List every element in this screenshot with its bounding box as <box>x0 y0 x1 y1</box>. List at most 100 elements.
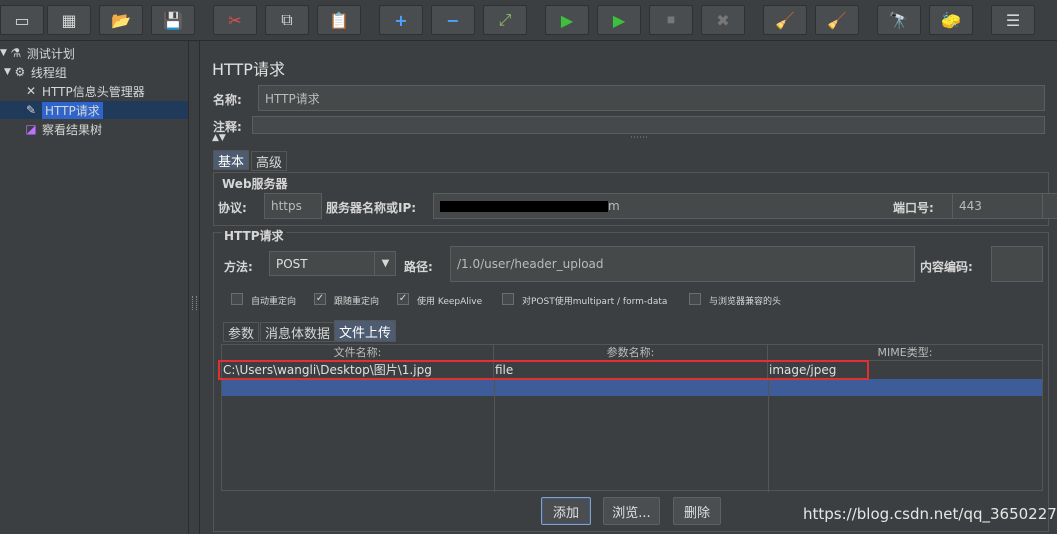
highlight-box <box>218 360 869 380</box>
browser-headers-checkbox[interactable] <box>689 293 701 305</box>
delete-button[interactable]: 删除 <box>673 497 721 525</box>
keepalive-label: 使用 KeepAlive <box>417 297 483 307</box>
paste-icon: 📋 <box>329 10 349 30</box>
tree-item-label: HTTP请求 <box>42 101 103 119</box>
open-button[interactable]: 📂 <box>99 5 143 35</box>
start-no-pause-button[interactable]: ▶ <box>597 5 641 35</box>
function-helper-button[interactable]: ☰ <box>991 5 1035 35</box>
tree-item-label: 测试计划 <box>26 46 75 61</box>
tab-parameters[interactable]: 参数 <box>223 322 260 342</box>
new-icon: ▭ <box>14 10 30 30</box>
chart-icon: ◪ <box>25 122 37 136</box>
stop-icon: ⏹ <box>666 10 675 29</box>
method-select-value: POST <box>276 256 308 271</box>
server-label: 服务器名称或IP: <box>326 201 417 215</box>
tree-item-http-request[interactable]: ✎ HTTP请求 <box>0 101 188 119</box>
tree-item-label: 察看结果树 <box>42 122 103 137</box>
cut-icon: ✂ <box>228 10 242 30</box>
tree-item-results-tree[interactable]: ◪ 察看结果树 <box>24 120 102 138</box>
start-button[interactable]: ▶ <box>545 5 589 35</box>
gear-icon: ⚙ <box>14 65 26 79</box>
clear-all-button[interactable]: 🧹 <box>815 5 859 35</box>
name-label: 名称: <box>213 93 242 107</box>
tree-item-thread-group[interactable]: ▼ ⚙ 线程组 <box>4 63 67 81</box>
pipette-icon: ✎ <box>25 103 37 117</box>
protocol-label: 协议: <box>218 201 247 215</box>
function-helper-icon: ☰ <box>1005 10 1021 30</box>
multipart-checkbox[interactable] <box>502 293 514 305</box>
tree-item-label: 线程组 <box>30 65 67 80</box>
reset-search-button[interactable]: 🧽 <box>929 5 973 35</box>
comment-input[interactable] <box>252 116 1045 134</box>
collapse-arrows-icon[interactable]: ▲▼ <box>212 133 226 143</box>
path-input[interactable]: /1.0/user/header_upload <box>450 246 915 282</box>
start-no-pause-icon: ▶ <box>612 10 626 30</box>
keepalive-checkbox[interactable]: ✓ <box>397 293 409 305</box>
splitter-grip[interactable] <box>192 296 197 310</box>
path-label: 路径: <box>404 260 433 274</box>
toggle-icon: ⤢ <box>498 10 512 29</box>
server-input-value: m <box>608 199 620 213</box>
column-divider <box>494 379 495 492</box>
collapse-button[interactable]: − <box>431 5 475 35</box>
clear-all-icon: 🧹 <box>827 10 847 30</box>
browser-headers-label: 与浏览器兼容的头 <box>709 297 782 307</box>
tab-file-upload[interactable]: 文件上传 <box>334 320 397 342</box>
expand-arrow-icon[interactable]: ▼ <box>0 48 7 58</box>
auto-redirect-label: 自动重定向 <box>251 297 297 307</box>
expand-icon: + <box>394 10 408 30</box>
save-button[interactable]: 💾 <box>151 5 195 35</box>
expand-button[interactable]: + <box>379 5 423 35</box>
chevron-down-icon[interactable]: ▼ <box>374 252 396 275</box>
tab-body-data[interactable]: 消息体数据 <box>260 322 336 342</box>
cut-button[interactable]: ✂ <box>213 5 257 35</box>
search-button[interactable]: 🔭 <box>877 5 921 35</box>
expand-arrow-icon[interactable]: ▼ <box>4 67 11 77</box>
tree-item-header-manager[interactable]: ✕ HTTP信息头管理器 <box>24 82 145 100</box>
redaction-mark <box>440 201 608 212</box>
tab-advanced[interactable]: 高级 <box>251 151 288 171</box>
open-icon: 📂 <box>111 10 131 30</box>
copy-button[interactable]: ⧉ <box>265 5 309 35</box>
tab-basic[interactable]: 基本 <box>213 150 250 170</box>
stop-button[interactable]: ⏹ <box>649 5 693 35</box>
templates-button[interactable]: ▦ <box>47 5 91 35</box>
search-icon: 🔭 <box>889 10 909 30</box>
clear-button[interactable]: 🧹 <box>763 5 807 35</box>
method-label: 方法: <box>224 260 253 274</box>
http-request-group-title: HTTP请求 <box>222 227 286 244</box>
web-server-group-title: Web服务器 <box>222 177 288 191</box>
splitter[interactable] <box>189 41 200 534</box>
follow-redirect-checkbox[interactable]: ✓ <box>314 293 326 305</box>
column-header-mime[interactable]: MIME类型: <box>768 345 1042 361</box>
start-icon: ▶ <box>560 10 574 30</box>
tree-item-test-plan[interactable]: ▼ ⚗ 测试计划 <box>0 44 75 62</box>
encoding-input[interactable] <box>991 246 1043 282</box>
port-input[interactable]: 443 <box>952 193 1043 219</box>
port-label: 端口号: <box>893 201 934 215</box>
name-input[interactable]: HTTP请求 <box>258 85 1045 111</box>
browse-button[interactable]: 浏览... <box>603 497 660 525</box>
test-plan-tree: ▼ ⚗ 测试计划 ▼ ⚙ 线程组 ✕ HTTP信息头管理器 ✎ HTTP请求 ◪… <box>0 41 189 534</box>
http-request-panel: HTTP请求 名称: HTTP请求 注释: ▲▼ ⋯⋯ 基本 高级 Web服务器… <box>200 41 1057 534</box>
table-row-selected[interactable] <box>222 379 1042 396</box>
watermark: https://blog.csdn.net/qq_36502272 <box>803 505 1057 523</box>
protocol-input[interactable]: https <box>264 193 322 219</box>
wrench-icon: ✕ <box>25 84 37 98</box>
follow-redirect-label: 跟随重定向 <box>334 297 380 307</box>
column-header-param[interactable]: 参数名称: <box>494 345 768 361</box>
auto-redirect-checkbox[interactable] <box>231 293 243 305</box>
encoding-label: 内容编码: <box>920 260 973 274</box>
toggle-button[interactable]: ⤢ <box>483 5 527 35</box>
collapse-icon: − <box>446 10 460 30</box>
add-button[interactable]: 添加 <box>541 497 591 525</box>
new-button[interactable]: ▭ <box>0 5 44 35</box>
toolbar: ▭ ▦ 📂 💾 ✂ ⧉ 📋 + − ⤢ ▶ ▶ ⏹ ✖ 🧹 🧹 🔭 🧽 ☰ <box>0 0 1057 41</box>
shutdown-button[interactable]: ✖ <box>701 5 745 35</box>
divider-grip-icon[interactable]: ⋯⋯ <box>630 133 648 143</box>
column-header-file[interactable]: 文件名称: <box>222 345 494 361</box>
multipart-label: 对POST使用multipart / form-data <box>522 297 668 307</box>
tree-item-label: HTTP信息头管理器 <box>42 84 145 99</box>
flask-icon: ⚗ <box>10 46 22 60</box>
paste-button[interactable]: 📋 <box>317 5 361 35</box>
